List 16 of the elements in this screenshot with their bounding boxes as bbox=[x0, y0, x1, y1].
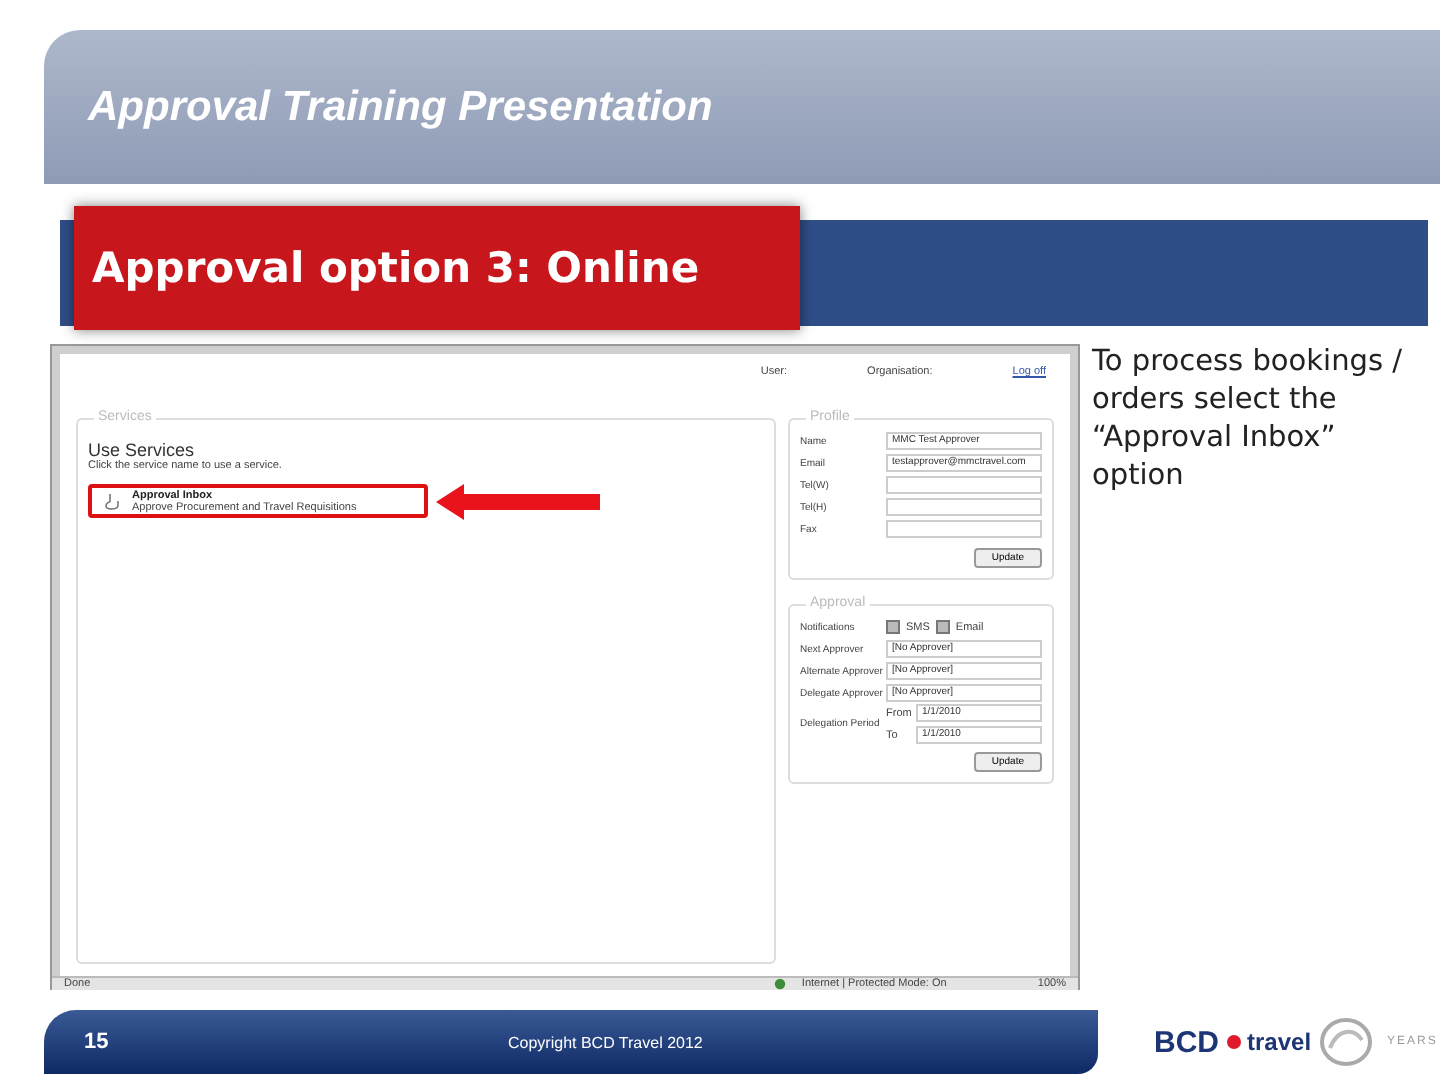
section-title: Approval option 3: Online bbox=[92, 244, 700, 292]
logo-brand: BCD bbox=[1154, 1025, 1219, 1059]
input-field[interactable] bbox=[886, 476, 1042, 494]
checkbox[interactable] bbox=[886, 620, 900, 634]
panel-heading: Use Services bbox=[88, 440, 197, 460]
input-field[interactable] bbox=[886, 520, 1042, 538]
dot-icon bbox=[1225, 1034, 1241, 1050]
emblem-drawing bbox=[1317, 1016, 1374, 1068]
logo-word: travel bbox=[1247, 1028, 1312, 1056]
input-field[interactable] bbox=[886, 498, 1042, 516]
slide-title: Approval Training Presentation bbox=[88, 83, 713, 131]
copyright-text: Copyright BCD Travel 2012 bbox=[508, 1033, 703, 1051]
globe-icon bbox=[773, 978, 786, 990]
instruction-text: To process bookings / orders select the “Approval Inbox” option bbox=[1092, 344, 1405, 496]
checkbox[interactable] bbox=[935, 620, 950, 634]
page-number: 15 bbox=[84, 1030, 111, 1054]
